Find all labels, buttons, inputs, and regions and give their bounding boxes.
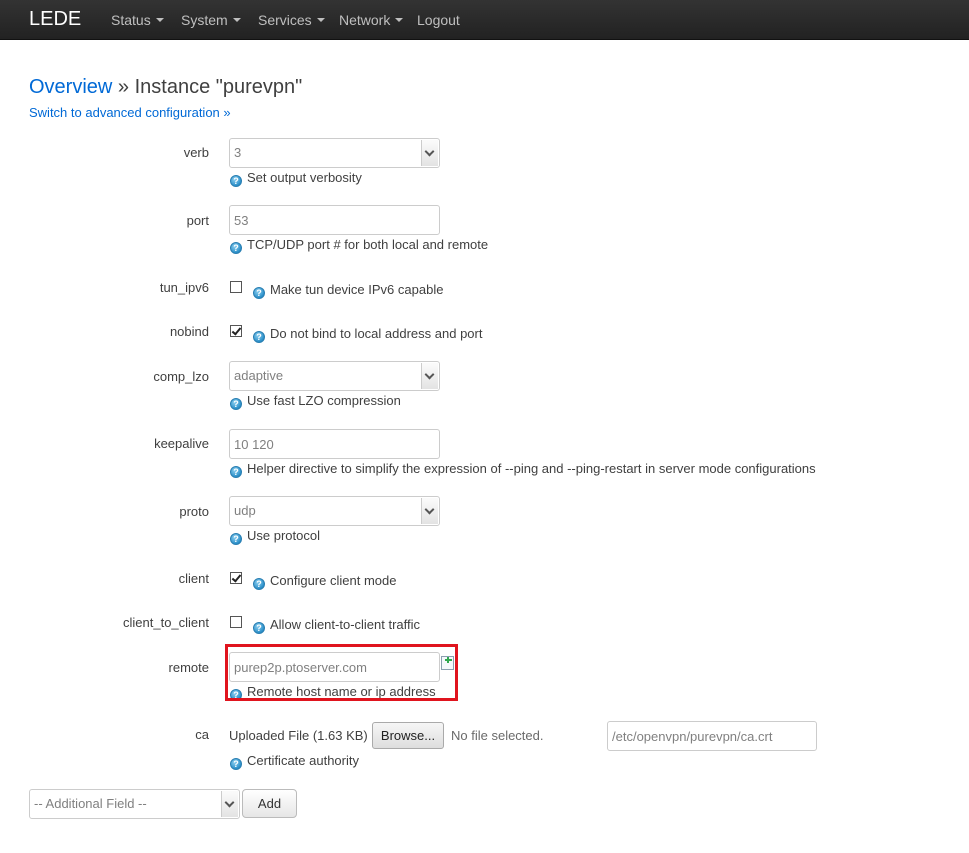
comp-lzo-value: adaptive xyxy=(234,368,284,383)
nav-system-menu[interactable]: System xyxy=(181,12,241,28)
help-icon: ? xyxy=(230,398,242,410)
chevron-down-icon xyxy=(395,18,404,23)
page-title: Overview » Instance "purevpn" xyxy=(29,75,302,99)
brand-logo[interactable]: LEDE xyxy=(29,7,81,31)
no-file-text: No file selected. xyxy=(451,728,544,743)
ca-path-input[interactable] xyxy=(607,721,817,751)
comp-lzo-label: comp_lzo xyxy=(153,369,209,384)
client-help-text: Configure client mode xyxy=(270,573,397,588)
help-icon: ? xyxy=(230,758,242,770)
verb-value: 3 xyxy=(234,145,242,160)
proto-help-text: Use protocol xyxy=(247,528,320,543)
nav-services-menu[interactable]: Services xyxy=(258,12,325,28)
help-icon: ? xyxy=(230,242,242,254)
port-label: port xyxy=(186,213,209,228)
nav-services-label: Services xyxy=(258,12,312,28)
nobind-help: ? Do not bind to local address and port xyxy=(253,326,482,343)
add-button[interactable]: Add xyxy=(242,789,297,818)
verb-help: ? Set output verbosity xyxy=(230,170,362,187)
chevron-down-icon xyxy=(232,18,241,23)
browse-button[interactable]: Browse... xyxy=(372,722,444,749)
help-icon: ? xyxy=(253,331,265,343)
port-input[interactable] xyxy=(229,205,440,235)
chevron-down-icon xyxy=(421,498,438,524)
help-icon: ? xyxy=(253,578,265,590)
proto-value: udp xyxy=(234,503,256,518)
client-to-client-help: ? Allow client-to-client traffic xyxy=(253,617,420,634)
nobind-checkbox[interactable] xyxy=(230,325,242,337)
nav-system-label: System xyxy=(181,12,228,28)
keepalive-input[interactable] xyxy=(229,429,440,459)
tun-ipv6-help-text: Make tun device IPv6 capable xyxy=(270,282,444,297)
client-help: ? Configure client mode xyxy=(253,573,396,590)
nobind-label: nobind xyxy=(169,324,209,339)
ca-label: ca xyxy=(195,727,209,742)
nav-logout-link[interactable]: Logout xyxy=(417,12,460,28)
ca-help: ? Certificate authority xyxy=(230,753,359,770)
client-to-client-checkbox[interactable] xyxy=(230,616,242,628)
comp-lzo-help: ? Use fast LZO compression xyxy=(230,393,401,410)
remote-label: remote xyxy=(168,660,209,675)
client-to-client-label: client_to_client xyxy=(123,615,209,630)
help-icon: ? xyxy=(230,533,242,545)
verb-select[interactable]: 3 xyxy=(229,138,440,168)
chevron-down-icon xyxy=(421,140,438,166)
port-help-text: TCP/UDP port # for both local and remote xyxy=(247,237,489,252)
client-label: client xyxy=(178,571,209,586)
nobind-help-text: Do not bind to local address and port xyxy=(270,326,483,341)
comp-lzo-help-text: Use fast LZO compression xyxy=(247,393,401,408)
help-icon: ? xyxy=(230,466,242,478)
proto-help: ? Use protocol xyxy=(230,528,320,545)
chevron-down-icon xyxy=(155,18,164,23)
tun-ipv6-checkbox[interactable] xyxy=(230,281,242,293)
proto-select[interactable]: udp xyxy=(229,496,440,526)
keepalive-help: ? Helper directive to simplify the expres… xyxy=(230,461,816,478)
help-icon: ? xyxy=(253,622,265,634)
proto-label: proto xyxy=(179,504,209,519)
chevron-down-icon xyxy=(316,18,325,23)
keepalive-label: keepalive xyxy=(154,436,209,451)
nav-status-label: Status xyxy=(111,12,151,28)
additional-field-value: -- Additional Field -- xyxy=(34,796,147,811)
advanced-config-link[interactable]: Switch to advanced configuration » xyxy=(29,105,231,121)
help-icon: ? xyxy=(230,175,242,187)
verb-help-text: Set output verbosity xyxy=(247,170,362,185)
nav-network-menu[interactable]: Network xyxy=(339,12,404,28)
top-navbar: LEDE Status System Services Network Logo… xyxy=(0,0,969,40)
additional-field-select[interactable]: -- Additional Field -- xyxy=(29,789,240,819)
ca-help-text: Certificate authority xyxy=(247,753,359,768)
help-icon: ? xyxy=(253,287,265,299)
client-to-client-help-text: Allow client-to-client traffic xyxy=(270,617,421,632)
ca-uploaded-text: Uploaded File (1.63 KB) xyxy=(229,728,368,743)
instance-title: Instance "purevpn" xyxy=(134,76,303,98)
nav-status-menu[interactable]: Status xyxy=(111,12,164,28)
breadcrumb-separator: » xyxy=(112,76,135,98)
keepalive-help-text: Helper directive to simplify the express… xyxy=(247,461,816,476)
port-help: ? TCP/UDP port # for both local and remot… xyxy=(230,237,488,254)
verb-label: verb xyxy=(183,145,209,160)
client-checkbox[interactable] xyxy=(230,572,242,584)
chevron-down-icon xyxy=(221,791,238,817)
highlight-annotation-box xyxy=(225,644,458,701)
tun-ipv6-label: tun_ipv6 xyxy=(159,280,209,295)
tun-ipv6-help: ? Make tun device IPv6 capable xyxy=(253,282,443,299)
comp-lzo-select[interactable]: adaptive xyxy=(229,361,440,391)
chevron-down-icon xyxy=(421,363,438,389)
nav-network-label: Network xyxy=(339,12,391,28)
breadcrumb-overview-link[interactable]: Overview xyxy=(29,76,112,98)
